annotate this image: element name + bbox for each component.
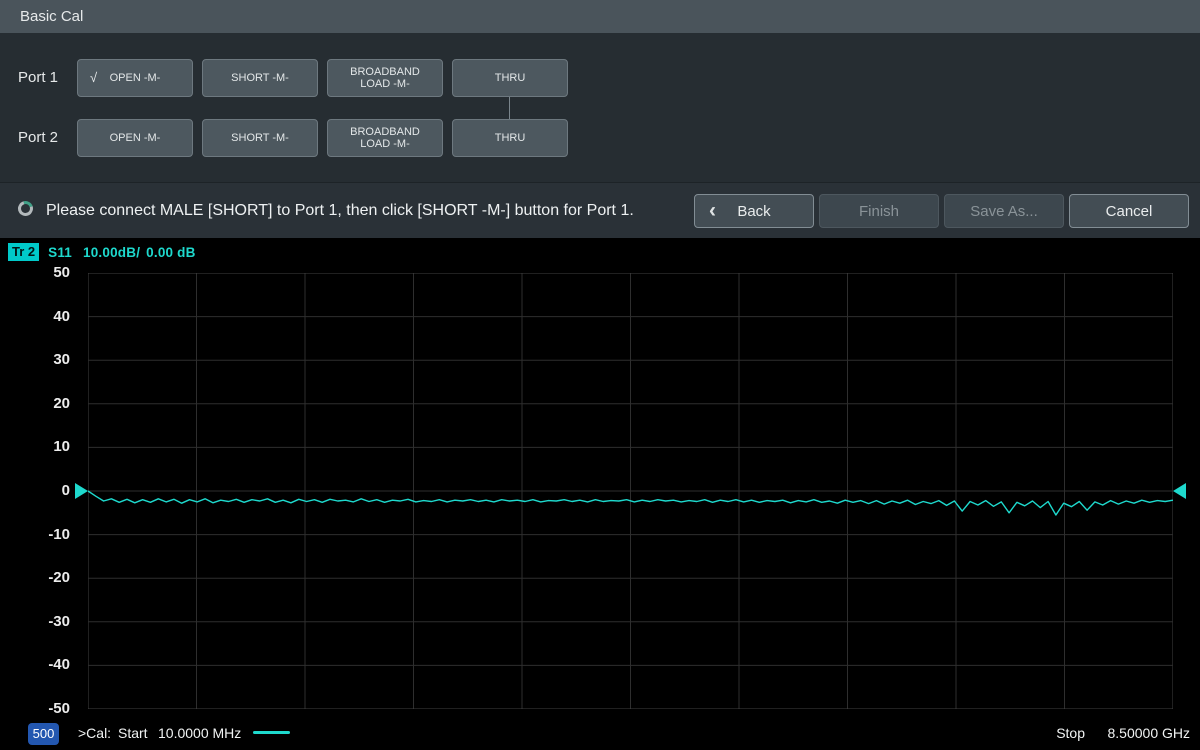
trace-scale-value: 10.00dB/ [83,245,140,260]
y-axis-tick-label: -50 [8,699,70,719]
port1-thru-label: THRU [495,72,526,84]
port1-open-label: OPEN -M- [110,72,161,84]
wizard-actions: ‹ Back Finish Save As... Cancel [694,194,1189,228]
port1-short-button[interactable]: SHORT -M- [202,59,318,97]
y-axis-tick-label: 50 [8,263,70,283]
window-title: Basic Cal [20,0,83,33]
points-count-badge[interactable]: 500 [28,723,59,745]
y-axis-tick-label: -10 [8,525,70,545]
finish-label: Finish [859,203,899,220]
y-axis-tick-label: 20 [8,394,70,414]
y-axis-tick-label: -40 [8,655,70,675]
chevron-left-icon: ‹ [709,200,716,221]
y-axis-tick-label: 0 [8,481,70,501]
trace-color-swatch [253,731,290,734]
port2-open-label: OPEN -M- [110,132,161,144]
instruction-text: Please connect MALE [SHORT] to Port 1, t… [46,183,634,239]
cal-standards-panel: Port 1 √ OPEN -M- SHORT -M- BROADBAND LO… [0,33,1200,182]
s-parameter-label: S11 [48,245,72,260]
port1-thru-button[interactable]: THRU [452,59,568,97]
stop-frequency-label: Stop [1056,718,1085,748]
graticule-plot [88,273,1173,709]
port1-label: Port 1 [18,59,70,97]
port2-broadband-load-button[interactable]: BROADBAND LOAD -M- [327,119,443,157]
port2-label: Port 2 [18,119,70,157]
cancel-label: Cancel [1106,203,1153,220]
wizard-prompt-bar: Please connect MALE [SHORT] to Port 1, t… [0,182,1200,238]
back-button[interactable]: ‹ Back [694,194,814,228]
port2-broadband-load-label: BROADBAND LOAD -M- [350,126,420,150]
frequency-status-bar: 500 >Cal: Start 10.0000 MHz Stop 8.50000… [0,718,1200,750]
port1-open-button[interactable]: √ OPEN -M- [77,59,193,97]
finish-button[interactable]: Finish [819,194,939,228]
basic-cal-window: Basic Cal Port 1 √ OPEN -M- SHORT -M- BR… [0,0,1200,750]
port2-thru-button[interactable]: THRU [452,119,568,157]
trace-badge[interactable]: Tr 2 [8,243,39,261]
port1-broadband-load-button[interactable]: BROADBAND LOAD -M- [327,59,443,97]
port2-short-label: SHORT -M- [231,132,289,144]
cancel-button[interactable]: Cancel [1069,194,1189,228]
port2-thru-label: THRU [495,132,526,144]
measurement-display: Tr 2 S11 10.00dB/ 0.00 dB 50 40 30 20 10 0 -10… [0,238,1200,750]
port2-open-button[interactable]: OPEN -M- [77,119,193,157]
y-axis-tick-label: -30 [8,612,70,632]
save-as-button[interactable]: Save As... [944,194,1064,228]
port2-short-button[interactable]: SHORT -M- [202,119,318,157]
trace-ref-value: 0.00 dB [146,245,195,260]
trace-header: Tr 2 S11 10.00dB/ 0.00 dB [8,243,196,261]
port1-broadband-load-label: BROADBAND LOAD -M- [350,66,420,90]
y-axis-tick-label: 30 [8,350,70,370]
thru-connector-line [509,97,510,119]
stop-frequency-value: 8.50000 GHz [1108,718,1191,748]
progress-ring-icon [15,198,35,218]
back-label: Back [737,203,770,220]
cal-status-prefix: >Cal: [78,718,111,748]
start-frequency-value: 10.0000 MHz [158,718,241,748]
window-title-bar: Basic Cal [0,0,1200,33]
y-axis-tick-label: 10 [8,437,70,457]
start-frequency-label: Start [118,718,148,748]
check-icon: √ [90,72,97,84]
port1-short-label: SHORT -M- [231,72,289,84]
save-as-label: Save As... [970,203,1038,220]
ref-level-marker-right[interactable] [1173,483,1186,499]
y-axis-tick-label: 40 [8,307,70,327]
y-axis-tick-label: -20 [8,568,70,588]
ref-level-marker-left[interactable] [75,483,88,499]
